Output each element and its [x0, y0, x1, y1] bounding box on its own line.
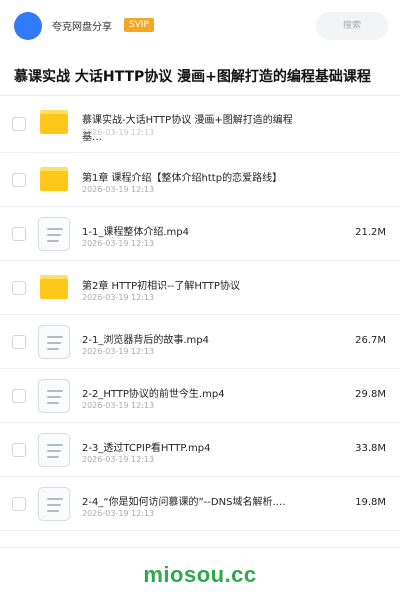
file-date: 2026-03-19 12:13 — [82, 185, 155, 194]
file-date: 2026-03-19 12:13 — [82, 401, 155, 410]
select-checkbox[interactable] — [12, 281, 26, 295]
folder-icon — [40, 167, 68, 191]
file-date: 2026-03-19 12:13 — [82, 293, 155, 302]
list-item[interactable]: 第1章 课程介绍【整体介绍http的恋爱路线】 2026-03-19 12:13 — [0, 153, 400, 207]
file-name: 第1章 课程介绍【整体介绍http的恋爱路线】 — [82, 173, 283, 184]
select-checkbox[interactable] — [12, 497, 26, 511]
select-checkbox[interactable] — [12, 173, 26, 187]
file-list: 慕课实战-大话HTTP协议 漫画+图解打造的编程基… 2026-03-19 12:… — [0, 96, 400, 531]
video-file-icon — [38, 325, 70, 359]
list-item[interactable]: 2-3_透过TCPIP看HTTP.mp4 2026-03-19 12:13 33.8… — [0, 423, 400, 477]
file-name: 第2章 HTTP初相识--了解HTTP协议 — [82, 281, 240, 292]
select-checkbox[interactable] — [12, 443, 26, 457]
video-file-icon — [38, 379, 70, 413]
page-title: 慕课实战 大话HTTP协议 漫画+图解打造的编程基础课程 — [14, 69, 371, 85]
app-header: 夸克网盘分享 SVIP 搜索 — [0, 0, 400, 52]
file-size: 21.2M — [355, 227, 386, 238]
select-checkbox[interactable] — [12, 117, 26, 131]
video-file-icon — [38, 433, 70, 467]
video-file-icon — [38, 487, 70, 521]
list-item[interactable]: 1-1_课程整体介绍.mp4 2026-03-19 12:13 21.2M — [0, 207, 400, 261]
svip-badge: SVIP — [124, 18, 154, 32]
list-item[interactable]: 慕课实战-大话HTTP协议 漫画+图解打造的编程基… 2026-03-19 12:… — [0, 96, 400, 153]
file-date: 2026-03-19 12:13 — [82, 239, 155, 248]
file-date: 2026-03-19 12:13 — [82, 509, 155, 518]
select-checkbox[interactable] — [12, 227, 26, 241]
select-checkbox[interactable] — [12, 389, 26, 403]
file-size: 26.7M — [355, 335, 386, 346]
file-date: 2026-03-19 12:13 — [82, 347, 155, 356]
app-name: 夸克网盘分享 — [52, 22, 112, 33]
file-size: 29.8M — [355, 389, 386, 400]
divider — [0, 547, 400, 548]
list-item[interactable]: 2-1_浏览器背后的故事.mp4 2026-03-19 12:13 26.7M — [0, 315, 400, 369]
watermark: miosou.cc — [143, 562, 257, 587]
file-date: 2026-03-19 12:13 — [82, 128, 155, 137]
file-date: 2026-03-19 12:13 — [82, 455, 155, 464]
folder-icon — [40, 275, 68, 299]
file-size: 33.8M — [355, 443, 386, 454]
file-name: 2-1_浏览器背后的故事.mp4 — [82, 335, 209, 346]
file-name: 2-2_HTTP协议的前世今生.mp4 — [82, 389, 225, 400]
video-file-icon — [38, 217, 70, 251]
select-checkbox[interactable] — [12, 335, 26, 349]
file-size: 19.8M — [355, 497, 386, 508]
list-item[interactable]: 2-2_HTTP协议的前世今生.mp4 2026-03-19 12:13 29.8M — [0, 369, 400, 423]
search-input[interactable]: 搜索 — [316, 12, 388, 40]
file-name: 2-3_透过TCPIP看HTTP.mp4 — [82, 443, 211, 454]
list-item[interactable]: 2-4_“你是如何访问慕课的”--DNS域名解析.… 2026-03-19 12:… — [0, 477, 400, 531]
list-item[interactable]: 第2章 HTTP初相识--了解HTTP协议 2026-03-19 12:13 — [0, 261, 400, 315]
folder-icon — [40, 110, 68, 134]
file-name: 1-1_课程整体介绍.mp4 — [82, 227, 189, 238]
file-name: 2-4_“你是如何访问慕课的”--DNS域名解析.… — [82, 497, 286, 508]
avatar[interactable] — [14, 12, 42, 40]
